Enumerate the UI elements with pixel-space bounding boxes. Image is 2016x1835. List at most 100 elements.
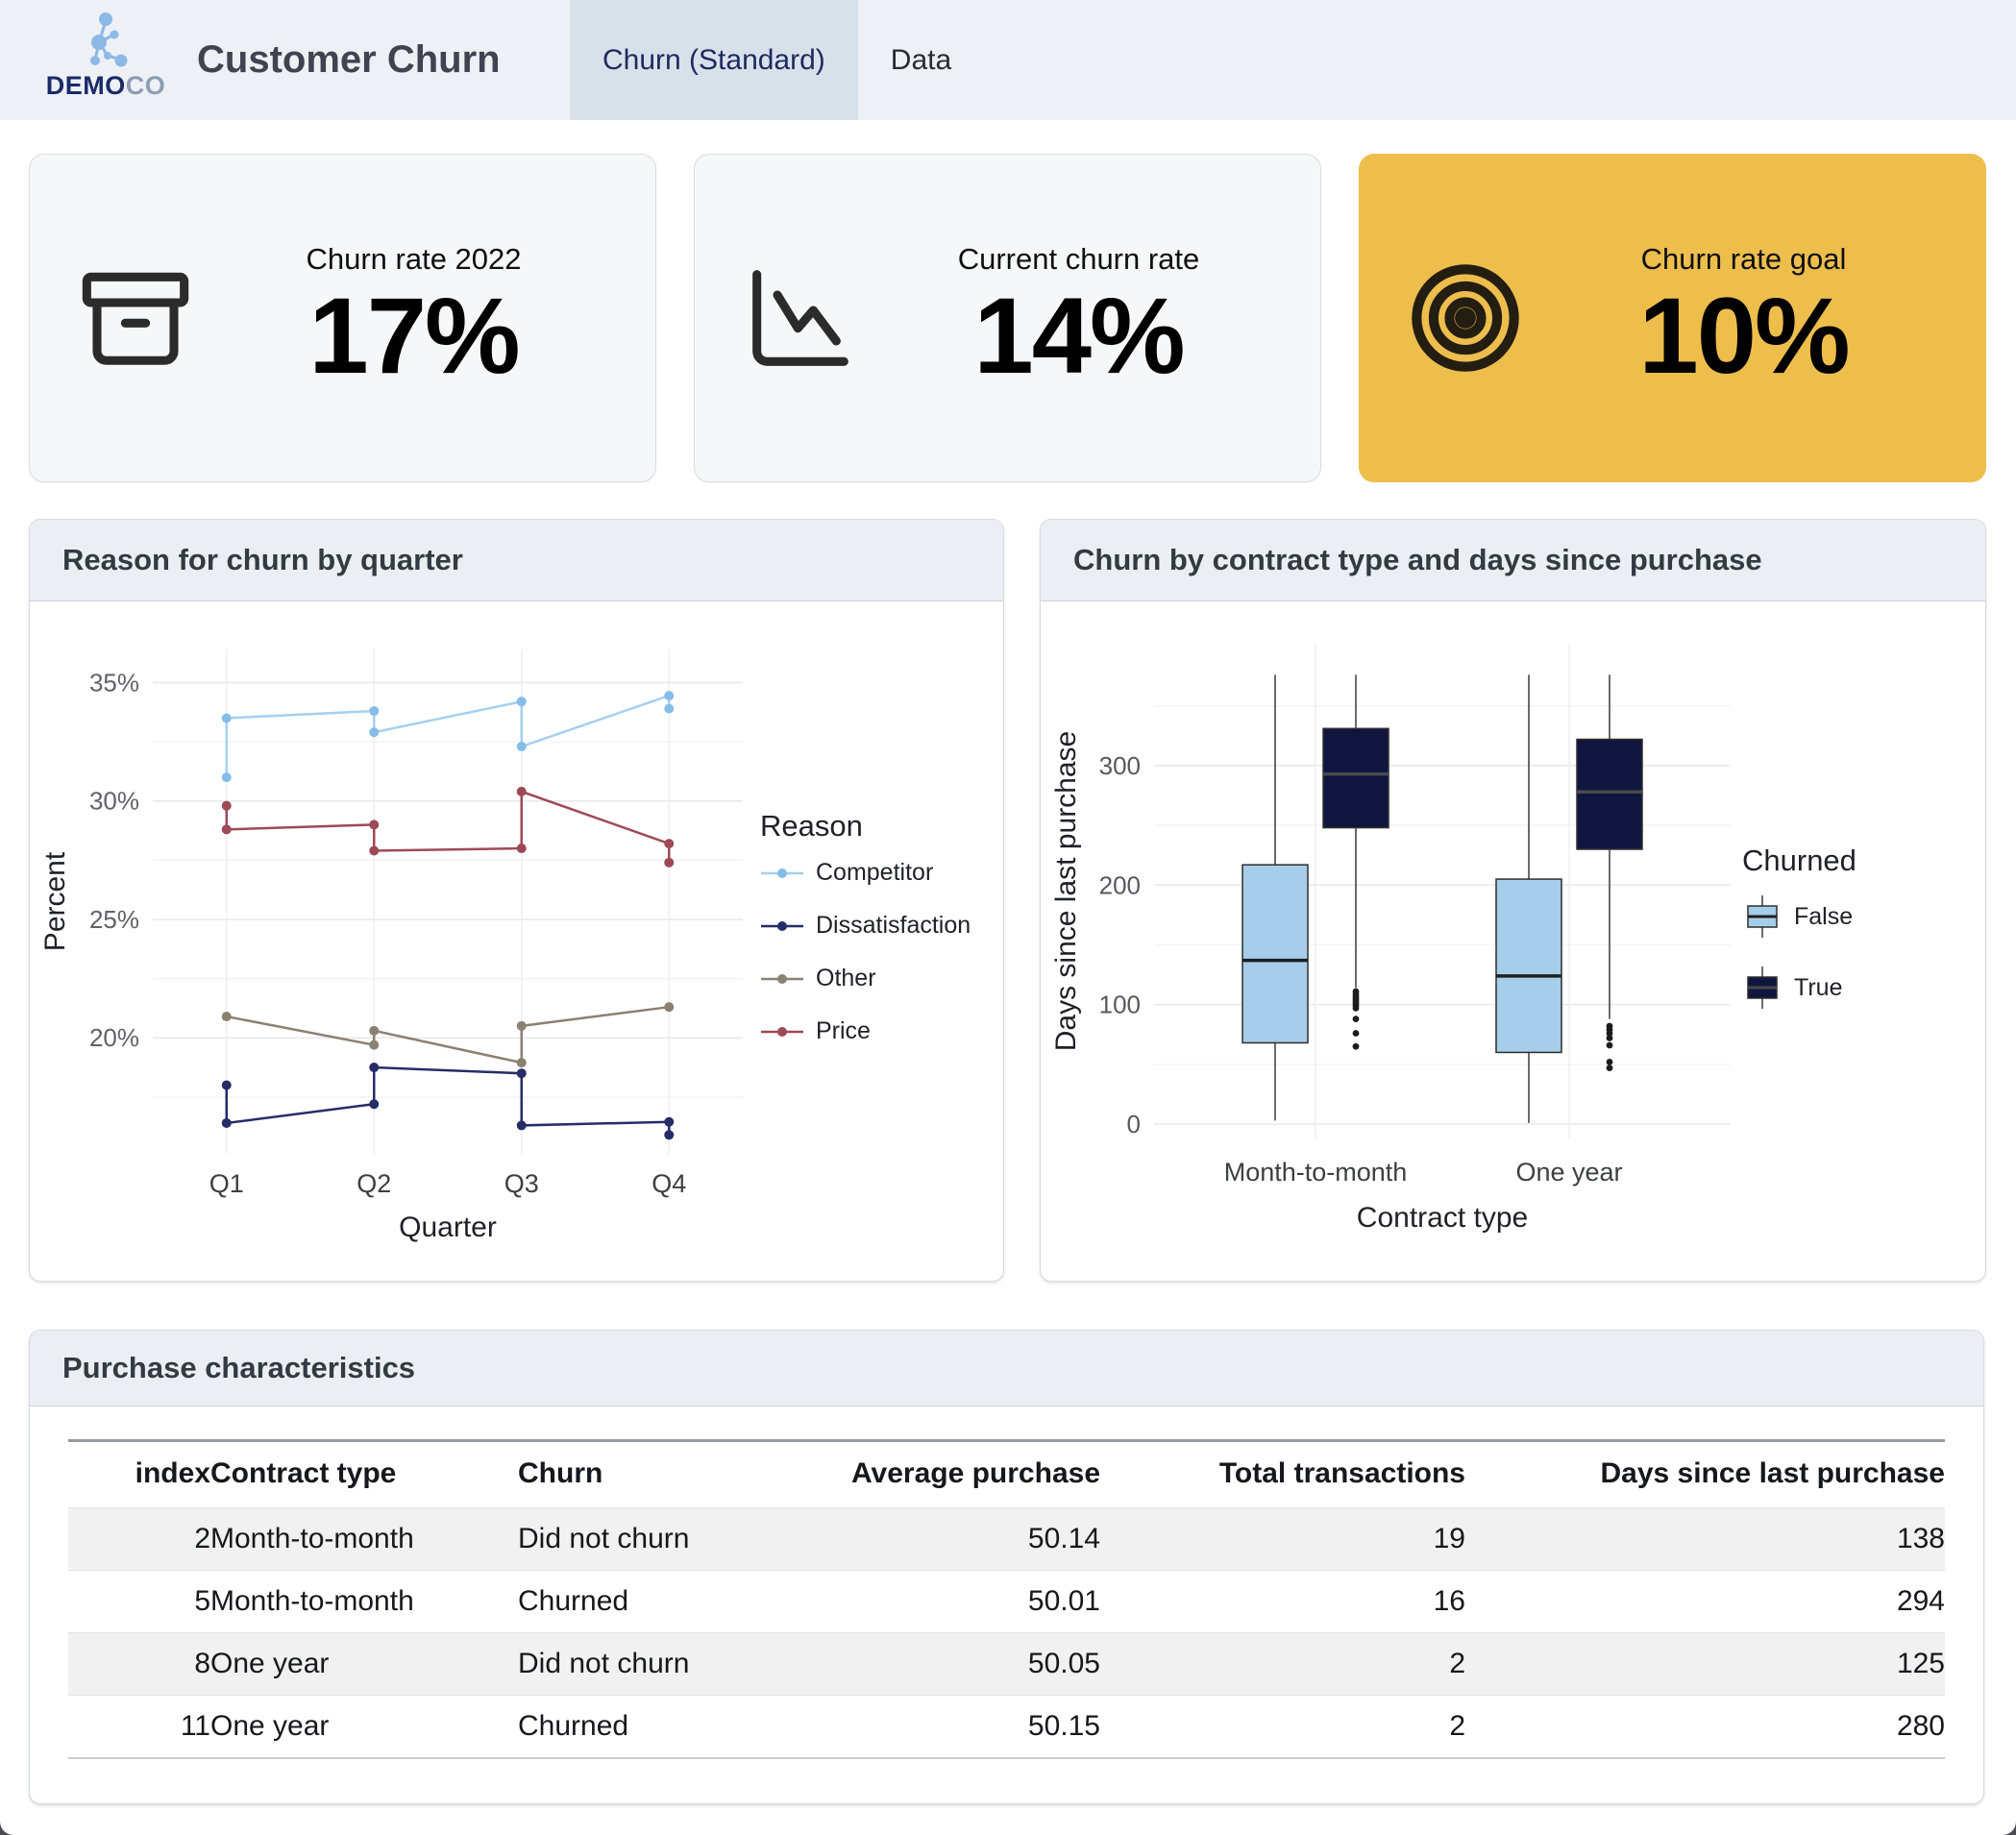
cell-churn: Churned — [518, 1571, 825, 1633]
legend-key-icon — [760, 972, 804, 986]
table-row: 2Month-to-monthDid not churn50.1419138 — [68, 1508, 1945, 1571]
legend-key-icon — [760, 867, 804, 880]
kpi-value: 14% — [862, 279, 1295, 395]
kpi-value: 10% — [1527, 279, 1960, 395]
kpi-label: Churn rate 2022 — [197, 242, 630, 277]
svg-text:Month-to-month: Month-to-month — [1224, 1158, 1408, 1187]
svg-text:Percent: Percent — [39, 851, 71, 951]
tab-data[interactable]: Data — [858, 0, 984, 120]
cell-days-since-last-purchase: 280 — [1465, 1696, 1945, 1759]
svg-text:35%: 35% — [89, 669, 139, 697]
target-icon — [1404, 257, 1527, 379]
cell-contract-type: One year — [210, 1696, 518, 1759]
table-row: 11One yearChurned50.152280 — [68, 1696, 1945, 1759]
cell-contract-type: One year — [210, 1633, 518, 1696]
tab-bar: Churn (Standard) Data — [570, 0, 984, 120]
kpi-value: 17% — [197, 279, 630, 395]
kpi-label: Churn rate goal — [1527, 242, 1960, 277]
table-row: 8One yearDid not churn50.052125 — [68, 1633, 1945, 1696]
column-header-days-since-last-purchase: Days since last purchase — [1465, 1441, 1945, 1508]
cell-contract-type: Month-to-month — [210, 1571, 518, 1633]
box-chart: 0 100 200 300 Month-to-month One year Contract… — [1041, 623, 1742, 1257]
kpi-card-churn-goal: Churn rate goal 10% — [1359, 154, 1986, 482]
svg-text:Q3: Q3 — [504, 1169, 539, 1198]
legend-item-true: True — [1742, 965, 1971, 1011]
panel-reason-for-churn: Reason for churn by quarter 20%25%30%35%… — [29, 519, 1004, 1282]
cell-churn: Did not churn — [518, 1633, 825, 1696]
kpi-cards: Churn rate 2022 17% Current churn rate 1… — [29, 154, 1986, 482]
legend-key-icon — [1742, 893, 1782, 940]
svg-text:300: 300 — [1099, 751, 1141, 780]
panel-purchase-characteristics: Purchase characteristics indexContract t… — [29, 1330, 1984, 1804]
legend-title: Reason — [760, 809, 989, 844]
svg-text:Q4: Q4 — [652, 1169, 686, 1198]
cell-index: 11 — [68, 1696, 210, 1759]
window-corner — [0, 1822, 13, 1835]
svg-text:Days since last purchase: Days since last purchase — [1050, 731, 1082, 1052]
svg-text:Quarter: Quarter — [399, 1211, 497, 1243]
cell-average-purchase: 50.14 — [825, 1508, 1100, 1571]
kpi-label: Current churn rate — [862, 242, 1295, 277]
legend-item-dissatisfaction: Dissatisfaction — [760, 912, 989, 940]
legend-item-other: Other — [760, 965, 989, 992]
svg-text:30%: 30% — [89, 787, 139, 816]
cell-total-transactions: 19 — [1100, 1508, 1465, 1571]
table-row: 5Month-to-monthChurned50.0116294 — [68, 1571, 1945, 1633]
panel-title: Reason for churn by quarter — [30, 520, 1003, 601]
svg-text:Q1: Q1 — [209, 1169, 244, 1198]
legend-key-icon — [760, 919, 804, 933]
column-header-average-purchase: Average purchase — [825, 1441, 1100, 1508]
kpi-card-current-churn: Current churn rate 14% — [694, 154, 1321, 482]
legend-item-competitor: Competitor — [760, 859, 989, 887]
column-header-total-transactions: Total transactions — [1100, 1441, 1465, 1508]
panel-churn-by-contract: Churn by contract type and days since pu… — [1040, 519, 1986, 1282]
cell-days-since-last-purchase: 138 — [1465, 1508, 1945, 1571]
column-header-index: index — [68, 1441, 210, 1508]
column-header-churn: Churn — [518, 1441, 825, 1508]
app-header: DEMOCO Customer Churn Churn (Standard) D… — [0, 0, 2016, 120]
window-corner — [2003, 1822, 2016, 1835]
kpi-card-churn-2022: Churn rate 2022 17% — [29, 154, 656, 482]
cell-churn: Churned — [518, 1696, 825, 1759]
cell-total-transactions: 2 — [1100, 1696, 1465, 1759]
tab-churn-standard[interactable]: Churn (Standard) — [570, 0, 858, 120]
cell-days-since-last-purchase: 125 — [1465, 1633, 1945, 1696]
molecule-icon — [76, 10, 135, 73]
cell-churn: Did not churn — [518, 1508, 825, 1571]
svg-text:Contract type: Contract type — [1357, 1202, 1528, 1234]
legend-title: Churned — [1742, 844, 1971, 878]
line-chart: 20%25%30%35%Q1Q2Q3Q4QuarterPercent — [30, 623, 760, 1257]
svg-text:Q2: Q2 — [356, 1169, 391, 1198]
svg-text:25%: 25% — [89, 905, 139, 934]
column-header-contract-type: Contract type — [210, 1441, 518, 1508]
cell-index: 8 — [68, 1633, 210, 1696]
cell-contract-type: Month-to-month — [210, 1508, 518, 1571]
table-header-row: indexContract typeChurnAverage purchaseT… — [68, 1441, 1945, 1508]
panel-title: Purchase characteristics — [30, 1331, 1983, 1407]
legend-item-price: Price — [760, 1017, 989, 1045]
archive-icon — [74, 257, 197, 379]
churned-legend: Churned False True — [1742, 844, 1971, 1036]
brand-text: DEMOCO — [40, 73, 171, 99]
svg-text:200: 200 — [1099, 870, 1141, 899]
legend-key-icon — [760, 1025, 804, 1039]
page-title: Customer Churn — [197, 0, 501, 120]
cell-average-purchase: 50.05 — [825, 1633, 1100, 1696]
cell-average-purchase: 50.01 — [825, 1571, 1100, 1633]
svg-text:100: 100 — [1099, 991, 1141, 1019]
legend-item-false: False — [1742, 893, 1971, 940]
panel-title: Churn by contract type and days since pu… — [1041, 520, 1985, 601]
svg-text:0: 0 — [1127, 1110, 1141, 1138]
chart-panels: Reason for churn by quarter 20%25%30%35%… — [29, 519, 1986, 1282]
cell-total-transactions: 16 — [1100, 1571, 1465, 1633]
chart-down-icon — [739, 257, 862, 379]
company-logo: DEMOCO — [40, 10, 171, 99]
svg-text:One year: One year — [1515, 1158, 1622, 1187]
reason-legend: Reason Competitor Dissatisfaction Other Pric… — [760, 809, 989, 1070]
cell-index: 5 — [68, 1571, 210, 1633]
cell-average-purchase: 50.15 — [825, 1696, 1100, 1759]
cell-index: 2 — [68, 1508, 210, 1571]
purchase-characteristics-table: indexContract typeChurnAverage purchaseT… — [68, 1439, 1945, 1759]
cell-total-transactions: 2 — [1100, 1633, 1465, 1696]
cell-days-since-last-purchase: 294 — [1465, 1571, 1945, 1633]
